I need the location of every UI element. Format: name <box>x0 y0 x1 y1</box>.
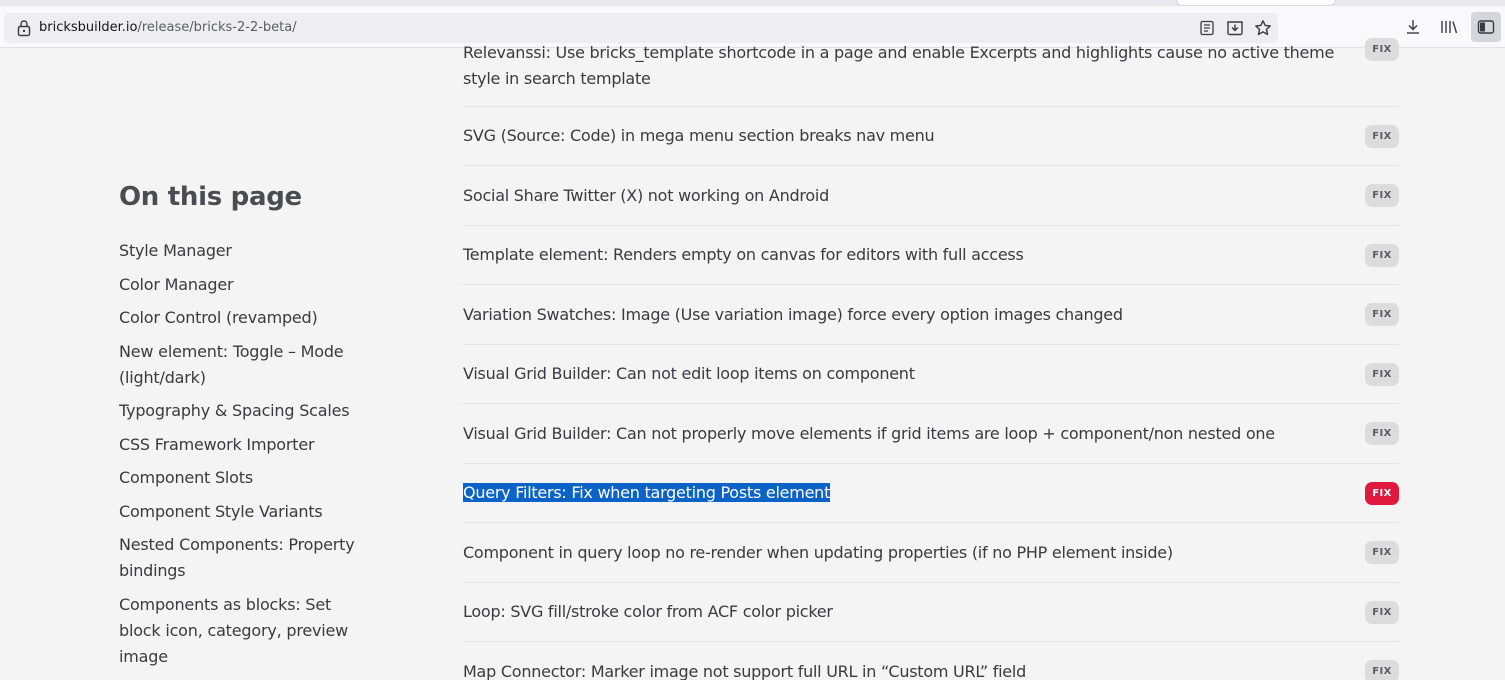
toc-item[interactable]: Color Control (revamped) <box>119 305 369 331</box>
change-row: SVG (Source: Code) in mega menu section … <box>463 107 1399 166</box>
table-of-contents: On this page Style Manager Color Manager C… <box>119 180 369 677</box>
change-row: Visual Grid Builder: Can not edit loop i… <box>463 345 1399 404</box>
toc-link[interactable]: Typography & Spacing Scales <box>119 401 350 420</box>
lock-icon[interactable] <box>16 19 32 37</box>
change-text: Loop: SVG fill/stroke color from ACF col… <box>463 602 833 621</box>
toc-link[interactable]: Component Style Variants <box>119 502 323 521</box>
change-description: Visual Grid Builder: Can not edit loop i… <box>463 361 1343 387</box>
toc-link[interactable]: Color Control (revamped) <box>119 308 318 327</box>
change-text: Social Share Twitter (X) not working on … <box>463 185 829 205</box>
downloads-icon[interactable] <box>1401 15 1425 39</box>
toc-item[interactable]: New element: Toggle – Mode (light/dark) <box>119 339 369 391</box>
change-text: Visual Grid Builder: Can not properly mo… <box>463 423 1275 443</box>
change-row: Relevanssi: Use bricks_template shortcod… <box>463 35 1399 107</box>
change-row: Visual Grid Builder: Can not properly mo… <box>463 404 1399 464</box>
fix-badge: FIX <box>1365 362 1399 386</box>
change-text: Visual Grid Builder: Can not edit loop i… <box>463 364 915 383</box>
toc-item[interactable]: CSS Framework Importer <box>119 432 369 458</box>
change-row: Map Connector: Marker image not support … <box>463 642 1399 680</box>
browser-tab[interactable] <box>1176 0 1336 6</box>
change-row: Social Share Twitter (X) not working on … <box>463 166 1399 226</box>
fix-badge: FIX <box>1365 124 1399 148</box>
change-description: Relevanssi: Use bricks_template shortcod… <box>463 40 1343 92</box>
changelog-list: Relevanssi: Use bricks_template shortcod… <box>463 38 1399 680</box>
toc-link[interactable]: Component Slots <box>119 468 253 487</box>
change-text: Relevanssi: Use bricks_template shortcod… <box>463 43 1335 88</box>
url-domain: bricksbuilder.io <box>39 20 138 35</box>
toc-link[interactable]: Nested Components: Property bindings <box>119 535 355 580</box>
change-description: Social Share Twitter (X) not working on … <box>463 183 1343 209</box>
change-text: Variation Swatches: Image (Use variation… <box>463 304 1123 324</box>
sidebar-icon[interactable] <box>1471 12 1501 42</box>
fix-badge: FIX <box>1365 184 1399 207</box>
toc-link[interactable]: CSS Framework Importer <box>119 435 315 454</box>
change-description: Component in query loop no re-render whe… <box>463 540 1343 566</box>
toc-link[interactable]: Style Manager <box>119 241 232 260</box>
change-description: SVG (Source: Code) in mega menu section … <box>463 123 1343 149</box>
fix-badge: FIX <box>1365 243 1399 267</box>
change-description: Template element: Renders empty on canva… <box>463 242 1343 268</box>
change-row: Template element: Renders empty on canva… <box>463 226 1399 285</box>
fix-badge: FIX <box>1365 38 1399 61</box>
change-text: SVG (Source: Code) in mega menu section … <box>463 126 935 145</box>
library-icon[interactable] <box>1437 15 1461 39</box>
change-description: Query Filters: Fix when targeting Posts … <box>463 480 1343 506</box>
change-description: Visual Grid Builder: Can not properly mo… <box>463 421 1343 447</box>
toc-item[interactable]: Nested Components: Property bindings <box>119 532 369 584</box>
toc-item[interactable]: Component Style Variants <box>119 499 369 525</box>
toc-item[interactable]: Color Manager <box>119 272 369 298</box>
change-text: Query Filters: Fix when targeting Posts … <box>463 483 831 502</box>
toc-link[interactable]: Components as blocks: Set block icon, ca… <box>119 595 348 666</box>
change-description: Variation Swatches: Image (Use variation… <box>463 302 1343 328</box>
change-row: Component in query loop no re-render whe… <box>463 523 1399 583</box>
change-text: Component in query loop no re-render whe… <box>463 542 1173 562</box>
fix-badge: FIX <box>1365 541 1399 564</box>
change-row: Query Filters: Fix when targeting Posts … <box>463 464 1399 523</box>
toc-list: Style Manager Color Manager Color Control … <box>119 238 369 670</box>
change-text: Template element: Renders empty on canva… <box>463 245 1024 264</box>
change-text: Map Connector: Marker image not support … <box>463 661 1026 680</box>
fix-badge: FIX <box>1365 422 1399 445</box>
fix-badge: FIX <box>1365 303 1399 326</box>
change-description: Loop: SVG fill/stroke color from ACF col… <box>463 599 1343 625</box>
toc-item[interactable]: Typography & Spacing Scales <box>119 398 369 424</box>
url-path: /release/bricks-2-2-beta/ <box>137 20 297 35</box>
url-text[interactable]: bricksbuilder.io/release/bricks-2-2-beta… <box>39 19 297 37</box>
toc-item[interactable]: Style Manager <box>119 238 369 264</box>
toc-link[interactable]: New element: Toggle – Mode (light/dark) <box>119 342 344 387</box>
toc-link[interactable]: Color Manager <box>119 275 234 294</box>
toc-item[interactable]: Components as blocks: Set block icon, ca… <box>119 592 369 670</box>
fix-badge: FIX <box>1365 600 1399 624</box>
change-row: Variation Swatches: Image (Use variation… <box>463 285 1399 345</box>
fix-badge: FIX <box>1365 660 1399 680</box>
change-description: Map Connector: Marker image not support … <box>463 659 1343 680</box>
toc-title: On this page <box>119 182 302 212</box>
fix-badge: FIX <box>1365 481 1399 505</box>
toc-item[interactable]: Component Slots <box>119 465 369 491</box>
change-row: Loop: SVG fill/stroke color from ACF col… <box>463 583 1399 642</box>
